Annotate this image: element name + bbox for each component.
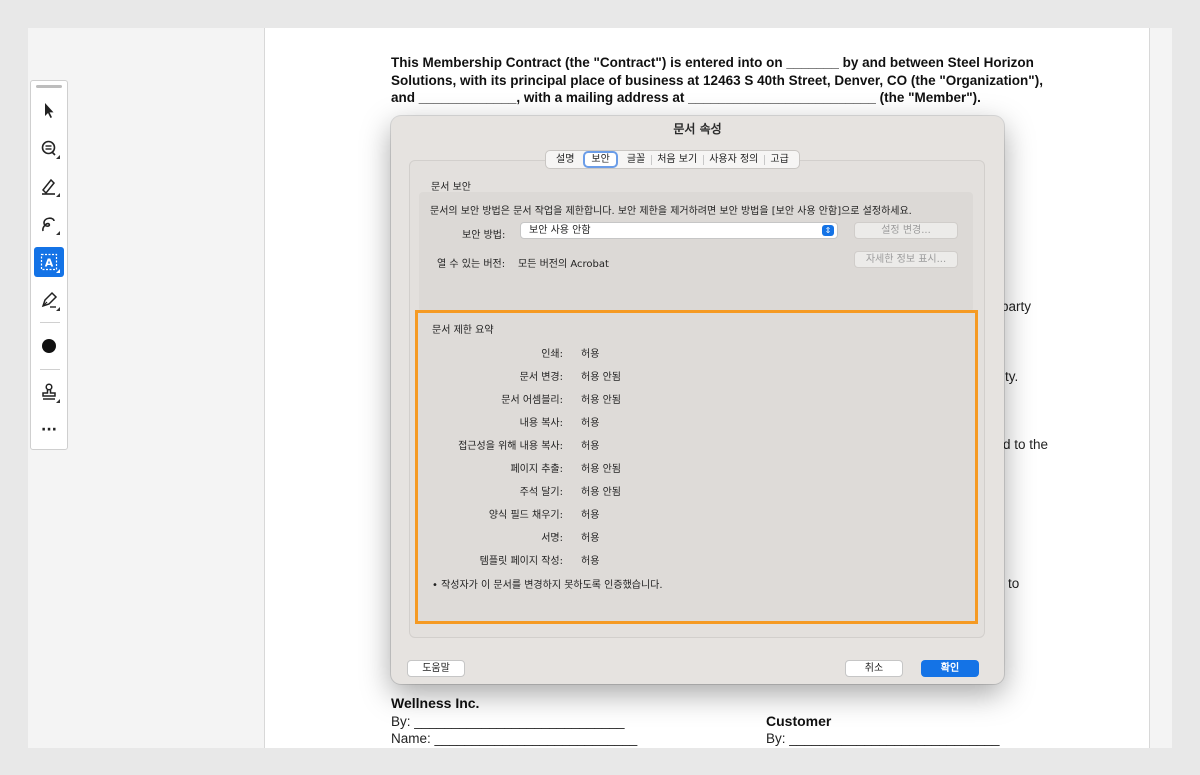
- cancel-button[interactable]: 취소: [845, 660, 903, 677]
- org-name-line: Name: ___________________________: [391, 731, 638, 746]
- restriction-summary-highlight: 문서 제한 요약 인쇄: 허용 문서 변경: 허용 안됨 문서 어셈블리: 허용 안됨…: [415, 310, 978, 624]
- tab-security[interactable]: 보안: [583, 151, 618, 168]
- contract-paragraph: This Membership Contract (the "Contract"…: [391, 55, 1043, 105]
- text-fragment: to: [1008, 576, 1020, 591]
- restriction-key: 인쇄:: [541, 349, 563, 360]
- change-settings-button[interactable]: 설정 변경...: [854, 222, 958, 239]
- add-comment-icon[interactable]: [34, 133, 64, 163]
- restriction-value: 허용: [581, 556, 600, 567]
- restriction-value: 허용: [581, 533, 600, 544]
- org-signature-name: Wellness Inc.: [391, 695, 480, 711]
- restriction-row: 인쇄: 허용: [418, 345, 975, 361]
- security-method-label: 보안 방법:: [462, 230, 506, 241]
- tab-description[interactable]: 설명: [550, 151, 580, 168]
- text-select-icon[interactable]: A: [34, 247, 64, 277]
- restriction-value: 허용 안됨: [581, 395, 621, 406]
- restriction-row: 페이지 추출: 허용 안됨: [418, 460, 975, 476]
- restriction-key: 문서 어셈블리:: [501, 395, 563, 406]
- highlight-pen-icon[interactable]: [34, 171, 64, 201]
- restriction-value: 허용 안됨: [581, 487, 621, 498]
- restriction-row: 양식 필드 채우기: 허용: [418, 506, 975, 522]
- draw-freehand-icon[interactable]: [34, 209, 64, 239]
- text-fragment: party: [1001, 299, 1032, 314]
- compatibility-value: 모든 버전의 Acrobat: [518, 259, 609, 270]
- restriction-key: 양식 필드 채우기:: [488, 510, 563, 521]
- toolbar-divider: [40, 369, 60, 370]
- toolbar-divider: [40, 322, 60, 323]
- security-method-select[interactable]: 보안 사용 안함 ⇕: [520, 222, 838, 239]
- toolbar-grip[interactable]: [36, 85, 62, 88]
- restriction-row: 문서 변경: 허용 안됨: [418, 368, 975, 384]
- restriction-value: 허용: [581, 510, 600, 521]
- tab-bar: 설명 보안 글꼴 처음 보기 사용자 정의 고급: [545, 150, 800, 169]
- restriction-value: 허용: [581, 418, 600, 429]
- text-fragment: ty.: [1005, 369, 1019, 384]
- restriction-value: 허용: [581, 441, 600, 452]
- document-properties-dialog: 문서 속성 설명 보안 글꼴 처음 보기 사용자 정의 고급 문서 보안 문서의…: [391, 116, 1004, 684]
- restriction-key: 템플릿 페이지 작성:: [479, 556, 563, 567]
- restriction-value: 허용 안됨: [581, 464, 621, 475]
- stamp-icon[interactable]: [34, 377, 64, 407]
- security-method-value: 보안 사용 안함: [529, 225, 591, 236]
- tab-custom[interactable]: 사용자 정의: [703, 151, 764, 168]
- restriction-value: 허용: [581, 349, 600, 360]
- certified-note: • 작성자가 이 문서를 변경하지 못하도록 인증했습니다.: [432, 580, 663, 591]
- customer-by-line: By: ____________________________: [766, 731, 1000, 746]
- restriction-key: 주석 달기:: [519, 487, 563, 498]
- restriction-row: 문서 어셈블리: 허용 안됨: [418, 391, 975, 407]
- tab-advanced[interactable]: 고급: [764, 151, 794, 168]
- select-pointer-icon[interactable]: [34, 95, 64, 125]
- restriction-key: 페이지 추출:: [510, 464, 563, 475]
- svg-text:A: A: [45, 257, 54, 270]
- help-button[interactable]: 도움말: [407, 660, 465, 677]
- restriction-row: 주석 달기: 허용 안됨: [418, 483, 975, 499]
- tab-initial-view[interactable]: 처음 보기: [651, 151, 703, 168]
- restriction-row: 템플릿 페이지 작성: 허용: [418, 552, 975, 568]
- sign-pen-icon[interactable]: [34, 285, 64, 315]
- restriction-key: 접근성을 위해 내용 복사:: [458, 441, 563, 452]
- restriction-key: 서명:: [541, 533, 563, 544]
- more-icon[interactable]: ···: [34, 415, 64, 445]
- restriction-value: 허용 안됨: [581, 372, 621, 383]
- restriction-row: 접근성을 위해 내용 복사: 허용: [418, 437, 975, 453]
- show-details-button[interactable]: 자세한 정보 표시...: [854, 251, 958, 268]
- compatibility-label: 열 수 있는 버전:: [437, 259, 506, 270]
- text-fragment: d to the: [1003, 437, 1049, 452]
- restriction-row: 서명: 허용: [418, 529, 975, 545]
- chevron-updown-icon: ⇕: [822, 225, 834, 236]
- restriction-summary-label: 문서 제한 요약: [432, 325, 494, 336]
- restriction-key: 내용 복사:: [519, 418, 563, 429]
- annotation-toolbar: A ···: [30, 80, 68, 450]
- customer-label: Customer: [766, 713, 832, 729]
- restriction-row: 내용 복사: 허용: [418, 414, 975, 430]
- security-description: 문서의 보안 방법은 문서 작업을 제한합니다. 보안 제한을 제거하려면 보안…: [430, 206, 912, 217]
- color-swatch-icon[interactable]: [34, 331, 64, 361]
- restriction-key: 문서 변경:: [519, 372, 563, 383]
- dialog-title: 문서 속성: [673, 122, 722, 136]
- org-by-line: By: ____________________________: [391, 714, 625, 729]
- security-section-label: 문서 보안: [431, 182, 471, 193]
- ok-button[interactable]: 확인: [921, 660, 979, 677]
- tab-fonts[interactable]: 글꼴: [621, 151, 651, 168]
